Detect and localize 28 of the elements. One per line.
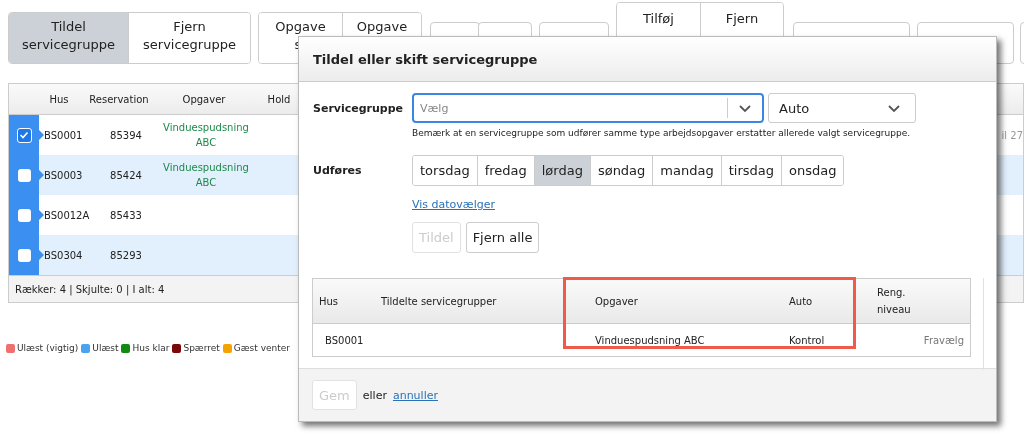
table-cell-text: 85394 — [109, 129, 143, 141]
legend-label: Ulæst (vigtig) — [17, 343, 79, 353]
table-cell-text: 85424 — [109, 169, 143, 181]
table-cell-text: BS0001 — [324, 334, 365, 346]
legend-label: Ulæst — [92, 343, 119, 353]
table-cell-text: 85433 — [109, 209, 143, 221]
task-label: Vinduespudsning ABC — [162, 121, 250, 150]
column-header: Reservation — [88, 93, 150, 105]
table-cell-text: BS0304 — [43, 249, 84, 261]
column-header: Opgaver — [181, 93, 227, 105]
table-cell: il 27 — [1001, 129, 1023, 141]
legend-label: Hus klar — [132, 343, 170, 353]
dialog-title: Tildel eller skift servicegruppe — [299, 37, 996, 82]
legend-label: Gæst venter — [233, 343, 291, 353]
task-label: Vinduespudsning ABC — [162, 161, 250, 190]
table-cell-text: Kontrol — [788, 334, 826, 346]
table-cell-text: Vinduespudsning ABC — [594, 334, 706, 346]
legend-label: Spærret — [183, 343, 220, 353]
or-text: eller — [362, 388, 387, 402]
table-cell-text: BS0001 — [43, 129, 84, 141]
column-header: Hus — [48, 93, 70, 105]
field-label: Servicegruppe — [313, 101, 405, 115]
table-cell-text: BS0012A — [43, 209, 91, 221]
table-cell-text: 85293 — [109, 249, 143, 261]
field-label: Udføres — [313, 164, 363, 177]
help-text: Bemærk at en servicegruppe som udfører samme type arbejdsopgaver erstatter allerede valgt servicegruppe. — [412, 128, 912, 138]
table-cell-text: BS0003 — [43, 169, 84, 181]
column-header: Hold — [266, 93, 292, 105]
